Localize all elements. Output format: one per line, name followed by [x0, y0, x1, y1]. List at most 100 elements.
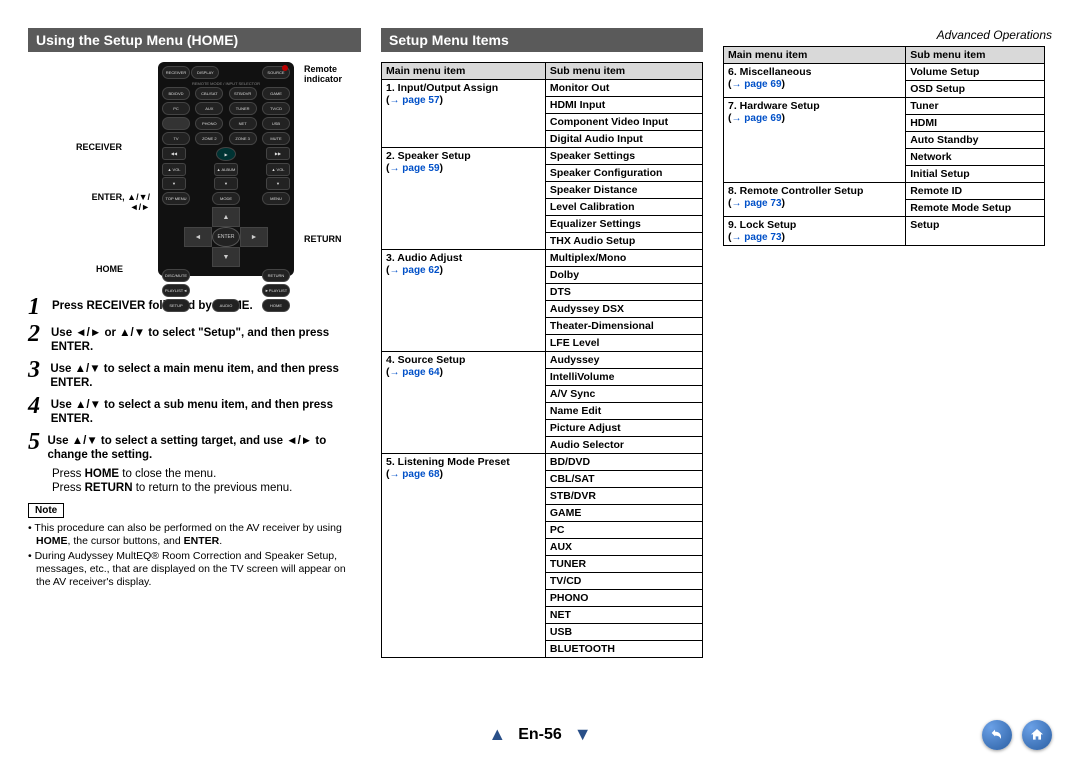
- sub-menu-cell: Monitor Out: [545, 80, 702, 97]
- main-menu-cell: 9. Lock Setup(→ page 73): [724, 217, 906, 246]
- home-button[interactable]: [1022, 720, 1052, 750]
- page-link[interactable]: → page 62: [390, 265, 440, 276]
- main-menu-cell: 2. Speaker Setup(→ page 59): [382, 148, 546, 250]
- sub-menu-cell: Audyssey: [545, 352, 702, 369]
- sub-menu-cell: Level Calibration: [545, 199, 702, 216]
- page-number: En-56: [518, 726, 562, 744]
- table-row: 4. Source Setup(→ page 64)Audyssey: [382, 352, 703, 369]
- receiver-label: RECEIVER: [76, 142, 122, 152]
- page-link[interactable]: → page 73: [732, 232, 782, 243]
- sub-menu-cell: NET: [545, 607, 702, 624]
- page-link[interactable]: → page 68: [390, 469, 440, 480]
- sub-menu-cell: Initial Setup: [906, 166, 1045, 183]
- close-hint: Press HOME to close the menu.: [52, 467, 361, 481]
- return-hint: Press RETURN to return to the previous m…: [52, 481, 361, 495]
- remote-diagram: Remote indicator RECEIVER ENTER, ▲/▼/◄/►…: [28, 62, 361, 288]
- home-icon: [1029, 727, 1045, 743]
- section-heading-1: Using the Setup Menu (HOME): [28, 28, 361, 52]
- th-sub: Sub menu item: [545, 63, 702, 80]
- sub-menu-cell: Dolby: [545, 267, 702, 284]
- sub-menu-cell: TUNER: [545, 556, 702, 573]
- sub-menu-cell: HDMI: [906, 115, 1045, 132]
- sub-menu-cell: IntelliVolume: [545, 369, 702, 386]
- sub-menu-cell: Remote Mode Setup: [906, 200, 1045, 217]
- step-number: 5: [28, 431, 47, 453]
- note-item: • This procedure can also be performed o…: [28, 522, 361, 548]
- menu-table-left: Main menu item Sub menu item 1. Input/Ou…: [381, 62, 703, 658]
- step-text: Use ◄/► or ▲/▼ to select "Setup", and th…: [51, 323, 361, 354]
- enter-label: ENTER, ▲/▼/◄/►: [90, 192, 150, 212]
- sub-menu-cell: Audyssey DSX: [545, 301, 702, 318]
- next-page-button[interactable]: ▼: [574, 724, 592, 745]
- sub-menu-cell: Picture Adjust: [545, 420, 702, 437]
- note-item: • During Audyssey MultEQ® Room Correctio…: [28, 550, 361, 589]
- step-number: 4: [28, 395, 51, 417]
- sub-menu-cell: TV/CD: [545, 573, 702, 590]
- page-link[interactable]: → page 73: [732, 198, 782, 209]
- th-sub-r: Sub menu item: [906, 47, 1045, 64]
- sub-menu-cell: THX Audio Setup: [545, 233, 702, 250]
- sub-menu-cell: Multiplex/Mono: [545, 250, 702, 267]
- table-row: 2. Speaker Setup(→ page 59)Speaker Setti…: [382, 148, 703, 165]
- section-heading-2: Setup Menu Items: [381, 28, 703, 52]
- sub-menu-cell: Digital Audio Input: [545, 131, 702, 148]
- sub-menu-cell: Setup: [906, 217, 1045, 246]
- step-text: Use ▲/▼ to select a setting target, and …: [47, 431, 361, 462]
- table-row: 7. Hardware Setup(→ page 69)Tuner: [724, 98, 1045, 115]
- sub-menu-cell: Name Edit: [545, 403, 702, 420]
- main-menu-cell: 1. Input/Output Assign(→ page 57): [382, 80, 546, 148]
- sub-menu-cell: Network: [906, 149, 1045, 166]
- main-menu-cell: 7. Hardware Setup(→ page 69): [724, 98, 906, 183]
- sub-menu-cell: BLUETOOTH: [545, 641, 702, 658]
- main-menu-cell: 6. Miscellaneous(→ page 69): [724, 64, 906, 98]
- step-number: 2: [28, 323, 51, 345]
- remote-indicator-led: [282, 65, 288, 71]
- undo-icon: [989, 727, 1005, 743]
- page-link[interactable]: → page 69: [732, 113, 782, 124]
- sub-menu-cell: USB: [545, 624, 702, 641]
- th-main: Main menu item: [382, 63, 546, 80]
- sub-menu-cell: Speaker Configuration: [545, 165, 702, 182]
- sub-menu-cell: CBL/SAT: [545, 471, 702, 488]
- sub-menu-cell: HDMI Input: [545, 97, 702, 114]
- remote-indicator-label: Remote indicator: [304, 64, 361, 84]
- th-main-r: Main menu item: [724, 47, 906, 64]
- sub-menu-cell: Remote ID: [906, 183, 1045, 200]
- sub-menu-cell: STB/DVR: [545, 488, 702, 505]
- step-number: 3: [28, 359, 50, 381]
- sub-menu-cell: Component Video Input: [545, 114, 702, 131]
- sub-menu-cell: Auto Standby: [906, 132, 1045, 149]
- step-text: Use ▲/▼ to select a main menu item, and …: [50, 359, 361, 390]
- table-row: 5. Listening Mode Preset(→ page 68)BD/DV…: [382, 454, 703, 471]
- sub-menu-cell: Volume Setup: [906, 64, 1045, 81]
- page-link[interactable]: → page 64: [390, 367, 440, 378]
- table-row: 3. Audio Adjust(→ page 62)Multiplex/Mono: [382, 250, 703, 267]
- page-link[interactable]: → page 57: [390, 95, 440, 106]
- prev-page-button[interactable]: ▲: [488, 724, 506, 745]
- page-link[interactable]: → page 69: [732, 79, 782, 90]
- sub-menu-cell: OSD Setup: [906, 81, 1045, 98]
- main-menu-cell: 4. Source Setup(→ page 64): [382, 352, 546, 454]
- main-menu-cell: 3. Audio Adjust(→ page 62): [382, 250, 546, 352]
- sub-menu-cell: Tuner: [906, 98, 1045, 115]
- main-menu-cell: 8. Remote Controller Setup(→ page 73): [724, 183, 906, 217]
- sub-menu-cell: PHONO: [545, 590, 702, 607]
- step-number: 1: [28, 296, 52, 318]
- page-link[interactable]: → page 59: [390, 163, 440, 174]
- sub-menu-cell: Equalizer Settings: [545, 216, 702, 233]
- table-row: 6. Miscellaneous(→ page 69)Volume Setup: [724, 64, 1045, 81]
- sub-menu-cell: Speaker Distance: [545, 182, 702, 199]
- sub-menu-cell: A/V Sync: [545, 386, 702, 403]
- notes-list: • This procedure can also be performed o…: [28, 522, 361, 589]
- menu-table-right: Main menu item Sub menu item 6. Miscella…: [723, 46, 1045, 246]
- sub-menu-cell: LFE Level: [545, 335, 702, 352]
- steps-list: 1Press RECEIVER followed by HOME.2Use ◄/…: [28, 296, 361, 495]
- back-button[interactable]: [982, 720, 1012, 750]
- note-label: Note: [28, 503, 64, 518]
- step-text: Use ▲/▼ to select a sub menu item, and t…: [51, 395, 361, 426]
- sub-menu-cell: AUX: [545, 539, 702, 556]
- sub-menu-cell: Theater-Dimensional: [545, 318, 702, 335]
- sub-menu-cell: Audio Selector: [545, 437, 702, 454]
- sub-menu-cell: PC: [545, 522, 702, 539]
- return-label: RETURN: [304, 234, 342, 244]
